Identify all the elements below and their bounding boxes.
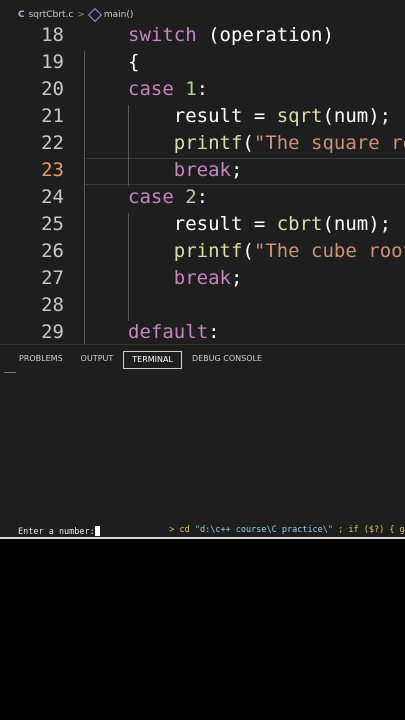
indent-guide [84, 51, 85, 344]
line-number: 27 [41, 267, 64, 289]
terminal-cursor [94, 526, 100, 536]
code-token: printf [173, 240, 243, 262]
line-number: 24 [41, 186, 64, 208]
code-token: switch [128, 24, 197, 46]
code-token: result = [128, 213, 277, 235]
code-line[interactable]: 25 result = cbrt(num); [0, 211, 405, 238]
code-token: : [208, 321, 220, 343]
code-token: break [173, 159, 231, 181]
code-line[interactable]: 21 result = sqrt(num); [0, 103, 405, 130]
code-line[interactable]: 27 break; [0, 265, 405, 292]
tab-problems[interactable]: PROBLEMS [11, 351, 71, 369]
code-text: case 2: [128, 184, 208, 211]
code-token: 2 [185, 186, 197, 208]
line-number: 23 [41, 159, 64, 181]
code-line[interactable]: 29 default: [0, 319, 405, 344]
code-token: ( [242, 132, 254, 154]
code-line[interactable]: 23 break; [0, 157, 405, 184]
code-line[interactable]: 22 printf("The square ro [0, 130, 405, 157]
code-token: { [128, 51, 140, 73]
line-number: 21 [41, 105, 64, 127]
code-editor[interactable]: C sqrtCbrt.c > main() 18 switch (operatio… [0, 0, 405, 344]
line-number: 19 [41, 51, 64, 73]
indent-guide [128, 105, 129, 186]
breadcrumb-symbol[interactable]: main() [104, 10, 134, 20]
code-token: printf [173, 132, 243, 154]
code-text: result = sqrt(num); [128, 103, 391, 130]
code-token: (num); [322, 213, 392, 235]
code-token: : [196, 186, 209, 208]
tab-terminal[interactable]: TERMINAL [123, 351, 182, 369]
code-text: printf("The cube root [128, 238, 405, 265]
panel-tabs: PROBLEMS OUTPUT TERMINAL DEBUG CONSOLE [0, 351, 272, 369]
code-line[interactable]: 19 { [0, 49, 405, 76]
code-token: "The square ro [253, 132, 405, 154]
line-number: 28 [41, 294, 64, 316]
code-line[interactable]: 20 case 1: [0, 76, 405, 103]
indent-guide [128, 213, 129, 321]
code-token: ( [242, 240, 254, 262]
code-line[interactable]: 28 [0, 292, 405, 319]
line-number: 18 [41, 24, 64, 46]
code-token: case [128, 78, 174, 100]
panel-bottom-border [0, 537, 405, 539]
code-text: break; [128, 265, 243, 292]
line-number: 25 [41, 213, 64, 235]
code-line[interactable]: 18 switch (operation) [0, 22, 405, 49]
terminal-command: > cd "d:\c++ course\C practice\" ; if ($… [169, 525, 405, 535]
code-line[interactable]: 24 case 2: [0, 184, 405, 211]
terminal-prompt[interactable]: Enter a number: [18, 526, 100, 537]
code-token: cbrt [276, 213, 323, 235]
code-token: ; [230, 267, 243, 289]
line-number: 29 [41, 321, 64, 343]
code-text: result = cbrt(num); [128, 211, 391, 238]
code-line[interactable]: 26 printf("The cube root [0, 238, 405, 265]
line-number: 20 [41, 78, 64, 100]
line-number: 26 [41, 240, 64, 262]
tab-output[interactable]: OUTPUT [73, 351, 122, 369]
code-text: printf("The square ro [128, 130, 405, 157]
tab-debug-console[interactable]: DEBUG CONSOLE [184, 351, 270, 369]
code-text: switch (operation) [128, 22, 334, 49]
code-token: 1 [185, 78, 197, 100]
c-file-icon: C [18, 10, 25, 20]
code-token: (num); [322, 105, 392, 127]
code-text: { [128, 49, 139, 76]
code-token: "The cube root [253, 240, 405, 262]
code-token: default [128, 321, 209, 343]
code-token: sqrt [276, 105, 323, 127]
code-text: default: [128, 319, 220, 344]
bottom-panel: PROBLEMS OUTPUT TERMINAL DEBUG CONSOLE [0, 344, 405, 539]
code-text: case 1: [128, 76, 208, 103]
chevron-right-icon: > [77, 10, 85, 20]
code-token: (operation) [196, 24, 334, 46]
code-token: break [173, 267, 231, 289]
function-symbol-icon [87, 7, 102, 23]
line-number: 22 [41, 132, 64, 154]
terminal-scroll-marker [4, 372, 16, 373]
code-token: result = [128, 105, 277, 127]
code-token: ; [230, 159, 243, 181]
code-text: break; [128, 157, 243, 184]
code-token: : [196, 78, 209, 100]
breadcrumb-file[interactable]: sqrtCbrt.c [29, 10, 74, 20]
code-token: case [128, 186, 174, 208]
